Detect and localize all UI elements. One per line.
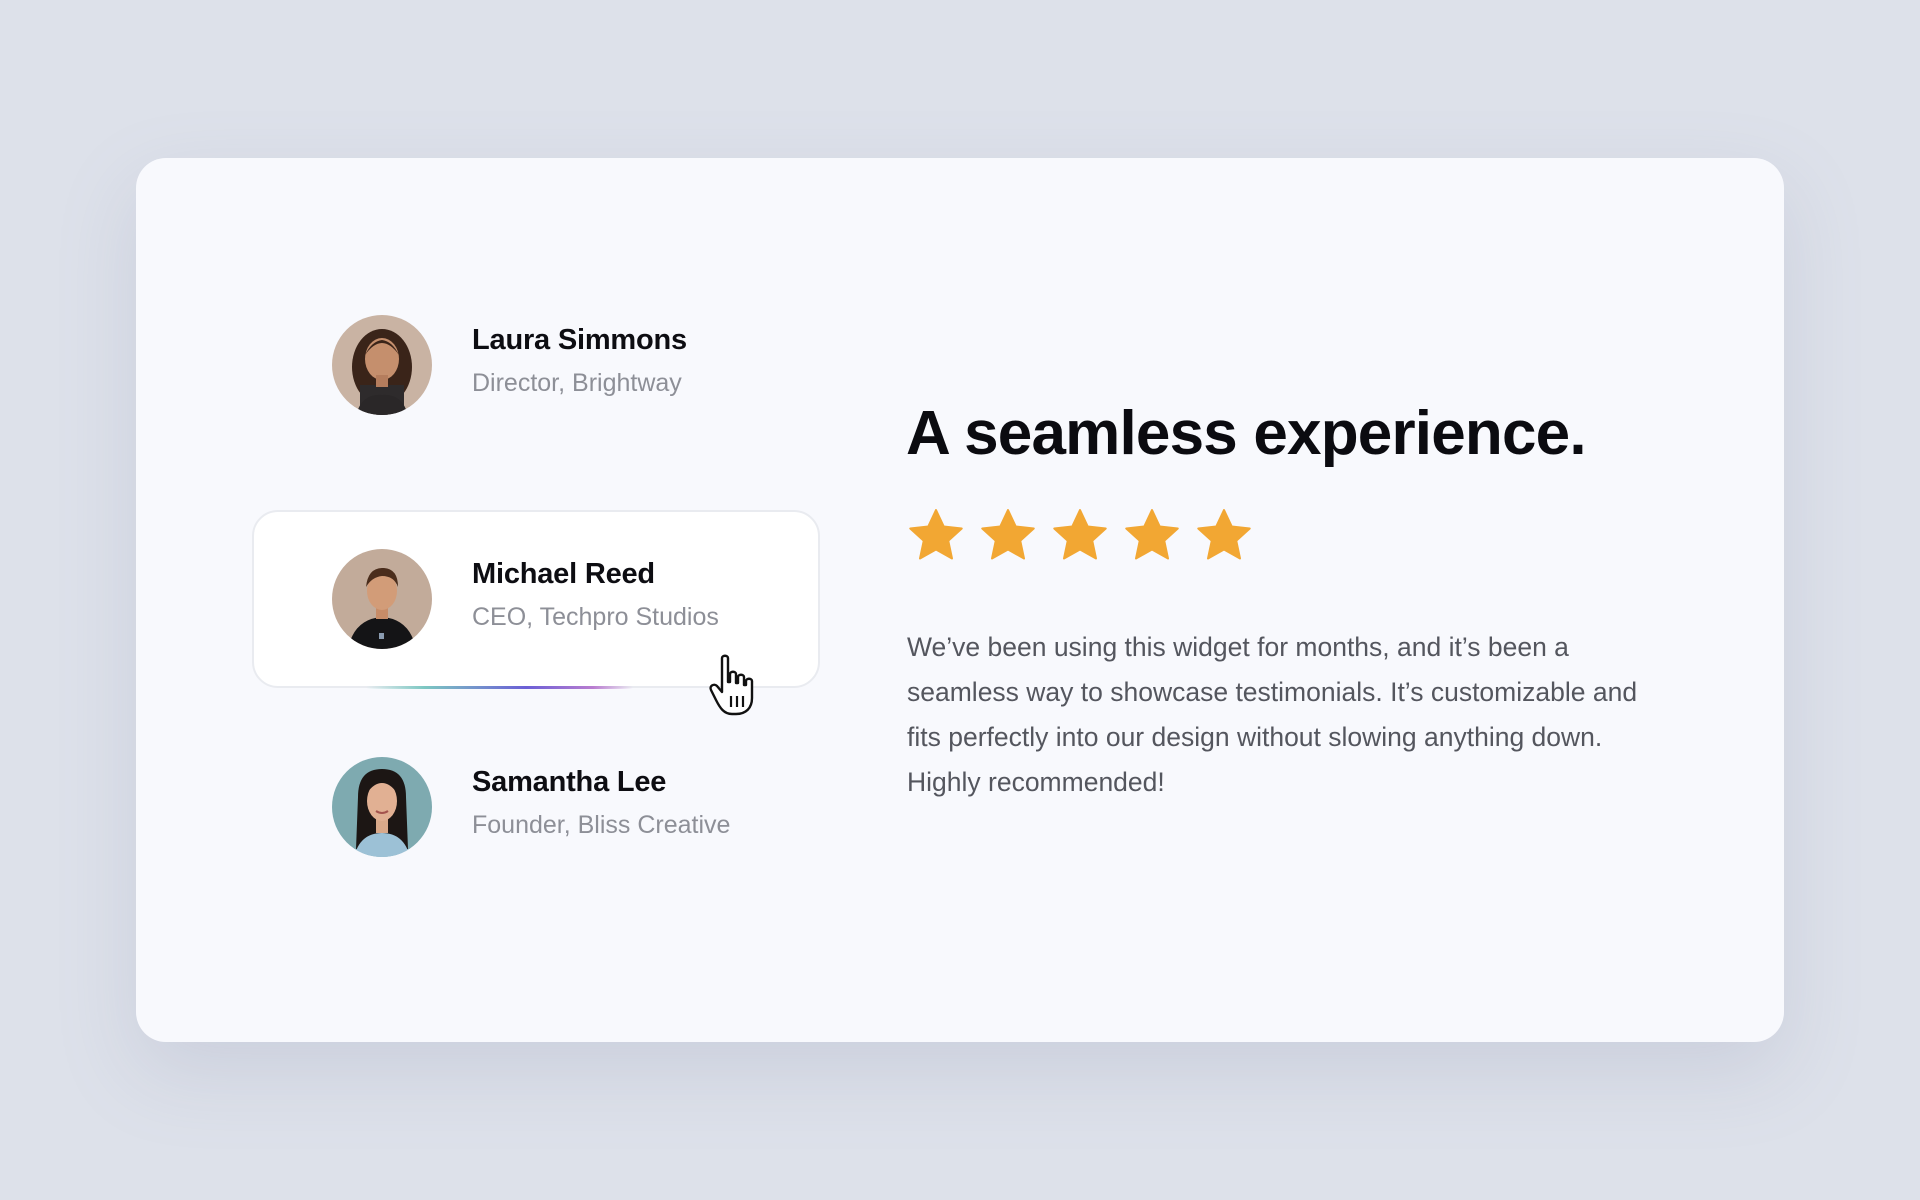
star-icon [1053,509,1107,560]
testimonial-item-laura[interactable]: Laura Simmons Director, Brightway [252,276,820,454]
autoplay-progress-fill [366,686,633,689]
testimonial-card: Laura Simmons Director, Brightway Michae… [136,158,1784,1042]
avatar [332,549,432,649]
review-quote: We’ve been using this widget for months,… [907,632,1638,797]
person-name: Samantha Lee [472,766,667,798]
avatar [332,757,432,857]
hand-pointer-icon [709,654,754,716]
star-icon [1125,509,1179,560]
star-icon [909,509,963,560]
person-role: Director, Brightway [472,369,682,397]
star-icon [981,509,1035,560]
person-name: Laura Simmons [472,324,687,356]
avatar [332,315,432,415]
person-role: Founder, Bliss Creative [472,811,731,839]
review-headline: A seamless experience. [906,399,1587,468]
star-rating [906,506,1254,566]
testimonial-item-samantha[interactable]: Samantha Lee Founder, Bliss Creative [252,718,820,896]
person-name: Michael Reed [472,558,655,590]
star-icon [1197,509,1251,560]
person-role: CEO, Techpro Studios [472,603,719,631]
